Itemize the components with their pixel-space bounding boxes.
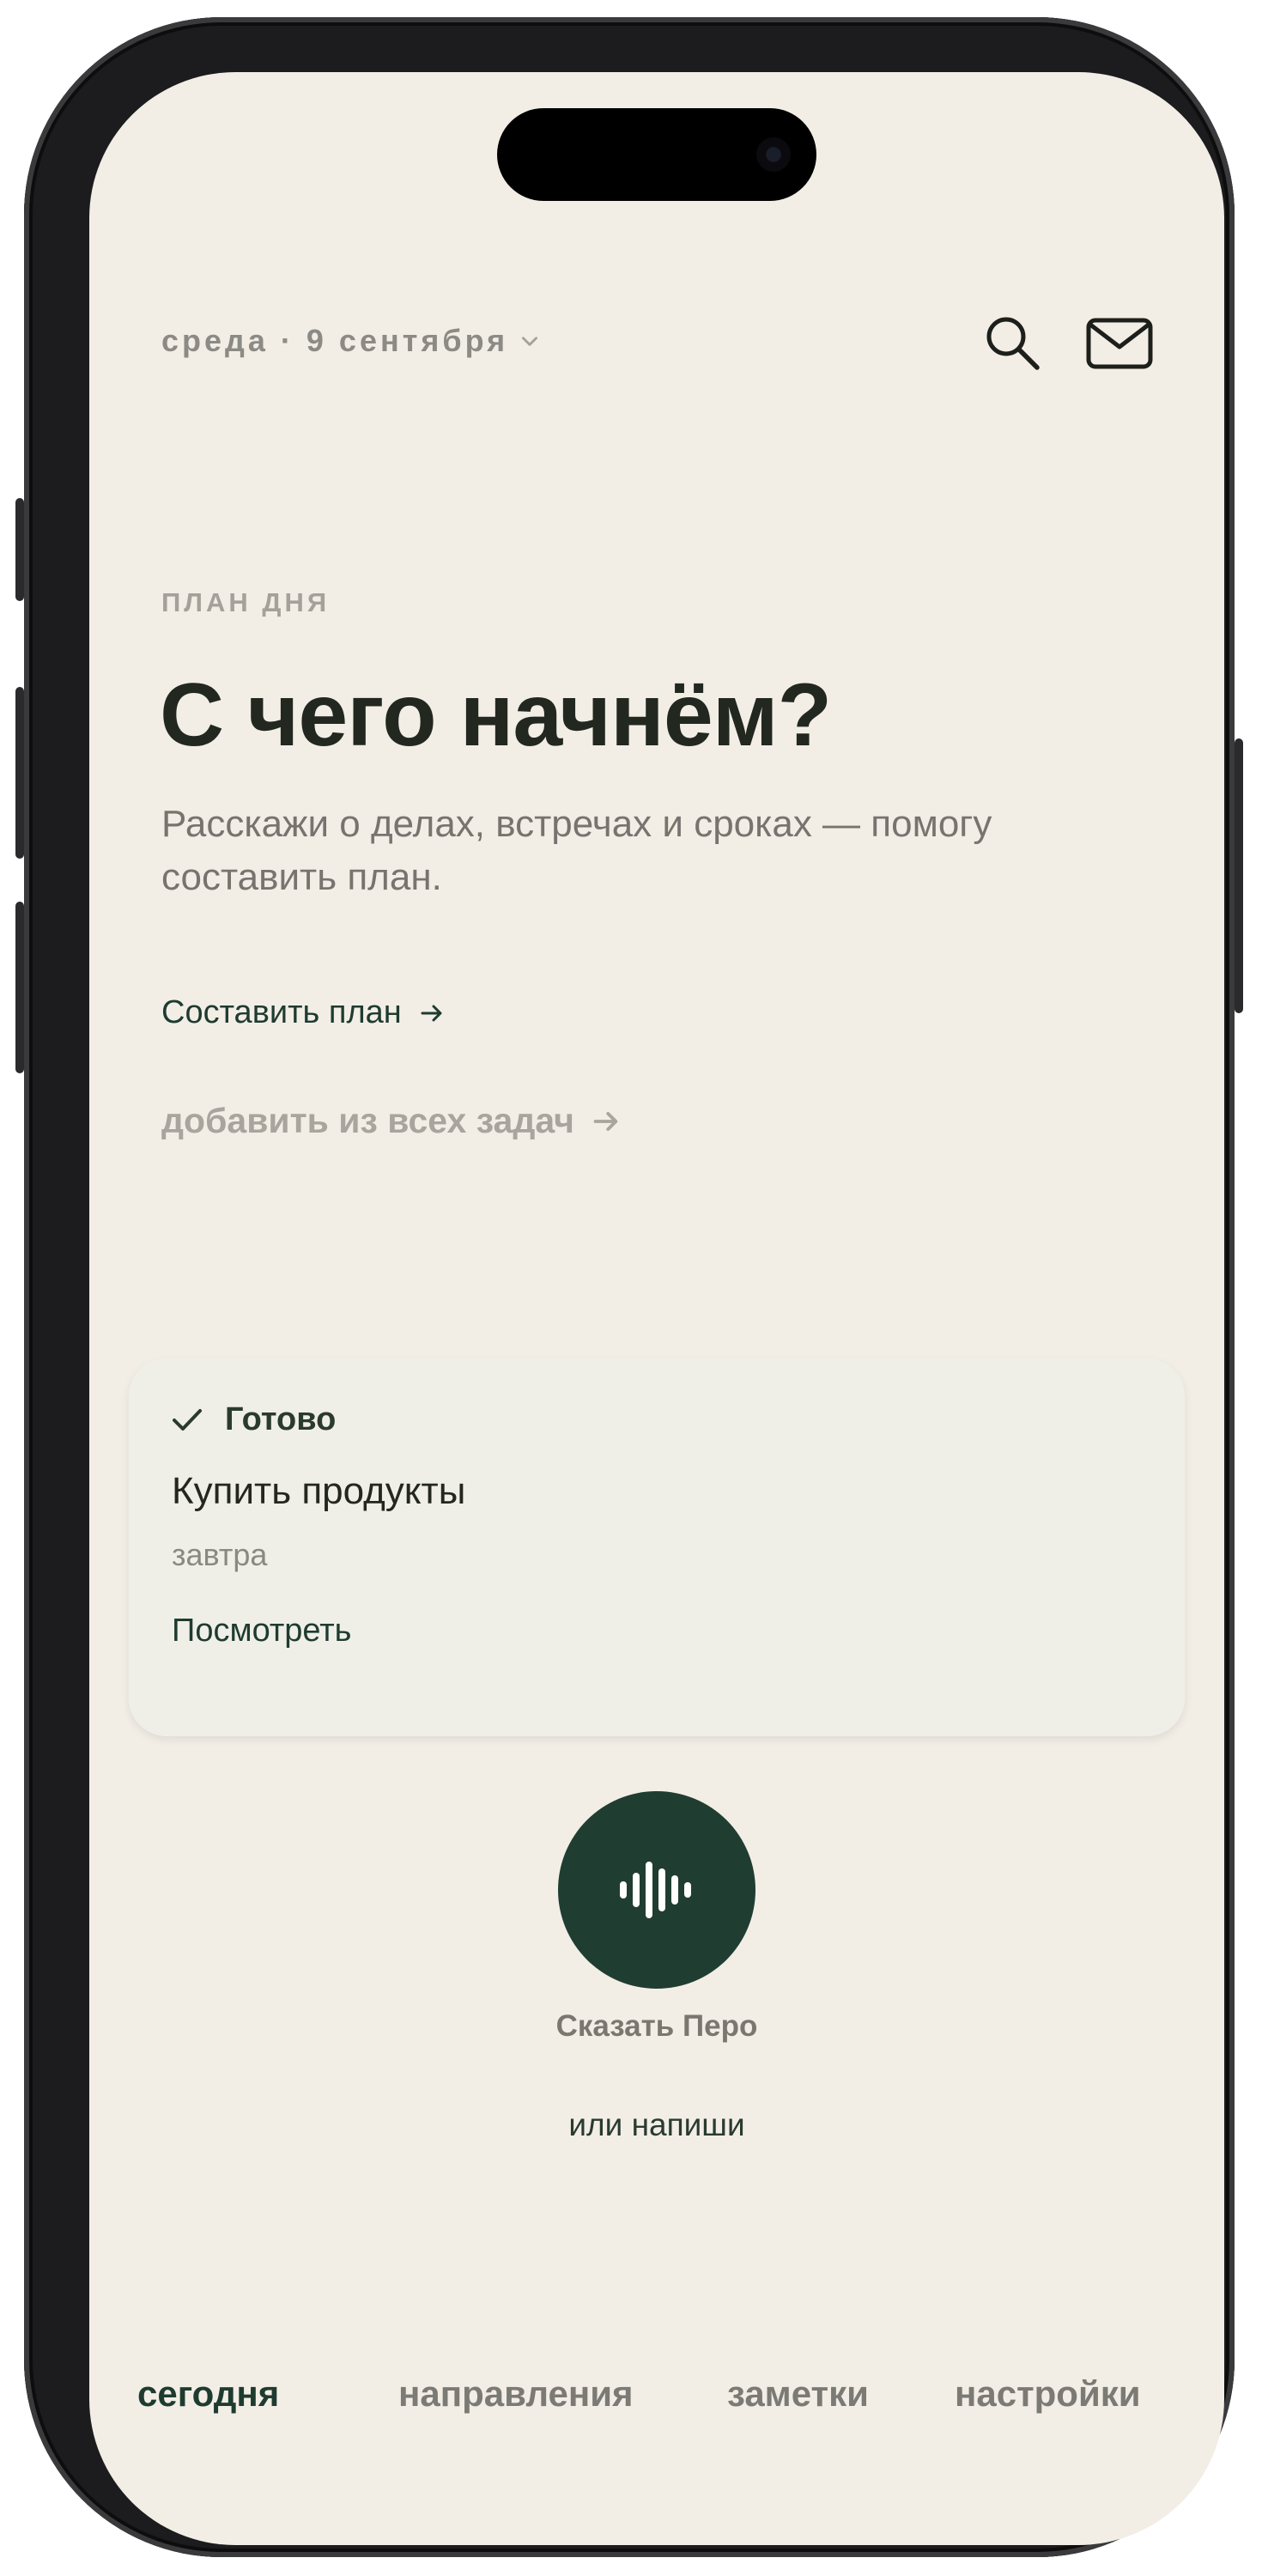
phone-frame: среда · 9 сентября ПЛАН ДНЯ С чего начнё… <box>15 17 1243 2557</box>
tab-directions[interactable]: направления <box>398 2373 634 2415</box>
date-selector[interactable]: среда · 9 сентября <box>161 323 541 359</box>
page-subtitle: Расскажи о делах, встречах и сроках — по… <box>161 803 992 898</box>
arrow-right-icon <box>421 1005 442 1021</box>
volume-up-button <box>15 687 24 859</box>
task-card[interactable]: Готово Купить продукты завтра Посмотреть <box>129 1358 1185 1736</box>
front-camera <box>756 137 791 172</box>
volume-down-button <box>15 902 24 1073</box>
type-instead-label: или напиши <box>568 2107 745 2142</box>
status-badge: Готово <box>172 1401 336 1438</box>
search-icon[interactable] <box>982 313 1044 374</box>
tab-today[interactable]: сегодня <box>137 2373 279 2415</box>
tab-settings[interactable]: настройки <box>955 2373 1141 2415</box>
type-instead-link[interactable]: или напиши <box>89 2107 1224 2143</box>
make-plan-link[interactable]: Составить план <box>161 994 445 1031</box>
add-from-all-tasks-link[interactable]: добавить из всех задач <box>161 1101 621 1141</box>
page-title: С чего начнём? <box>160 665 832 765</box>
voice-input-button[interactable] <box>558 1791 755 1989</box>
waveform-icon <box>620 1862 691 1918</box>
action-button <box>15 498 24 601</box>
checkmark-icon <box>173 1408 202 1431</box>
voice-button-label: Сказать Перо <box>555 2009 758 2043</box>
make-plan-label: Составить план <box>161 994 402 1030</box>
dynamic-island <box>497 108 816 201</box>
task-title: Купить продукты <box>172 1470 466 1512</box>
view-task-button[interactable]: Посмотреть <box>172 1613 351 1649</box>
mail-icon[interactable] <box>1085 316 1154 371</box>
chevron-down-icon <box>522 337 538 346</box>
bottom-tab-bar: сегодня направления заметки настройки <box>89 2373 1224 2451</box>
app-screen: среда · 9 сентября ПЛАН ДНЯ С чего начнё… <box>89 72 1224 2545</box>
status-label: Готово <box>225 1401 337 1437</box>
date-label: среда · 9 сентября <box>161 323 509 358</box>
add-from-all-tasks-label: добавить из всех задач <box>161 1101 574 1140</box>
power-button <box>1235 738 1243 1013</box>
tab-notes[interactable]: заметки <box>727 2373 869 2415</box>
section-eyebrow: ПЛАН ДНЯ <box>161 587 331 617</box>
arrow-right-icon <box>593 1111 618 1131</box>
task-due: завтра <box>172 1537 268 1572</box>
